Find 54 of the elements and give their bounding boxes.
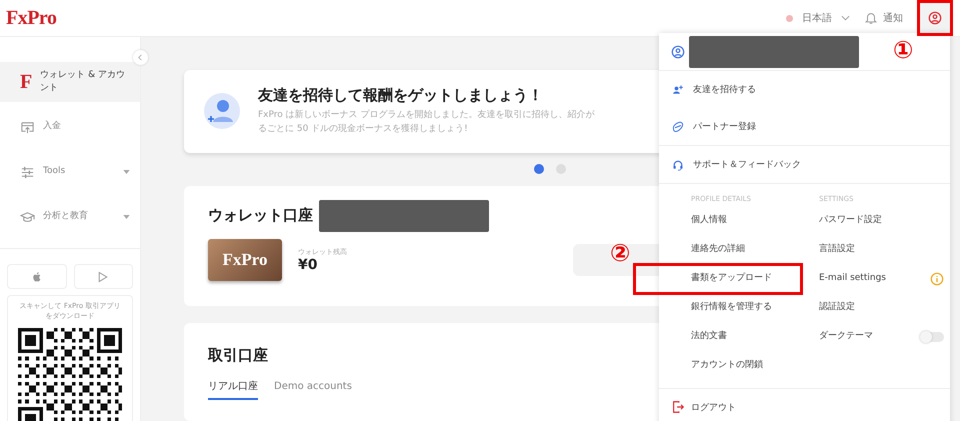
- menu-item[interactable]: アカウントの閉鎖: [691, 358, 763, 373]
- menu-item[interactable]: 友達を招待する: [659, 71, 950, 108]
- menu-item[interactable]: E-mail settings: [819, 271, 886, 286]
- graduation-cap-icon: [20, 210, 35, 224]
- sidebar-item[interactable]: 分析と教育: [0, 197, 140, 237]
- dark-theme-toggle[interactable]: [920, 332, 944, 342]
- user-icon: [928, 11, 942, 25]
- sliders-icon: [20, 164, 35, 180]
- step-number: ①: [893, 38, 914, 62]
- f-logo-icon: F: [20, 70, 32, 94]
- app-store-button[interactable]: [7, 264, 66, 289]
- account-tab[interactable]: リアル口座: [208, 379, 258, 400]
- menu-item[interactable]: 書類をアップロード: [691, 271, 772, 286]
- menu-item[interactable]: パスワード設定: [819, 213, 882, 228]
- menu-item[interactable]: 個人情報: [691, 213, 727, 228]
- fxpro-logo: FxPro: [208, 238, 282, 281]
- collapse-button[interactable]: [133, 50, 148, 65]
- logout-item[interactable]: ログアウト: [659, 389, 950, 421]
- notifications-button[interactable]: 通知: [864, 11, 903, 25]
- menu-item[interactable]: 認証設定: [819, 300, 855, 315]
- info-icon: [930, 272, 944, 286]
- google-play-button[interactable]: [74, 264, 133, 289]
- wallet-title: ウォレット口座: [208, 206, 313, 226]
- step-number: ②: [610, 241, 630, 265]
- account-tab[interactable]: Demo accounts: [274, 379, 352, 400]
- menu-item[interactable]: 連絡先の詳細: [691, 242, 745, 257]
- logout-icon: [671, 400, 685, 414]
- play-icon: [97, 270, 110, 282]
- trading-title: 取引口座: [208, 346, 268, 364]
- highlight-frame: [917, 0, 953, 36]
- menu-item[interactable]: サポート＆フィードバック: [659, 146, 950, 184]
- fxpro-logo[interactable]: FxPro: [6, 6, 56, 30]
- banner-text: るごとに 50 ドルの現金ボーナスを獲得しましょう!: [258, 122, 469, 136]
- banner-title: 友達を招待して報酬をゲットしましょう！: [258, 86, 544, 106]
- bell-icon: [864, 11, 878, 25]
- add-user-icon: [672, 84, 684, 96]
- menu-item[interactable]: パートナー登録: [659, 108, 950, 146]
- balance-value: ¥0: [298, 256, 318, 273]
- sidebar-item[interactable]: 入金: [0, 107, 140, 147]
- chevron-left-icon: [137, 54, 144, 61]
- chevron-down-icon: [841, 15, 850, 21]
- menu-item[interactable]: 銀行情報を管理する: [691, 300, 772, 315]
- menu-item[interactable]: 言語設定: [819, 242, 855, 257]
- carousel-dot[interactable]: [534, 164, 544, 174]
- menu-item[interactable]: ダークテーマ: [819, 329, 873, 344]
- banner-text: FxPro は新しいボーナス プログラムを開始しました。友達を取引に招待し、紹介が: [258, 109, 595, 122]
- user-icon: [671, 44, 685, 58]
- deposit-icon: [20, 120, 35, 134]
- invite-friend-icon: [204, 93, 240, 130]
- sidebar-item[interactable]: Tools: [0, 152, 140, 192]
- headset-icon: [672, 158, 684, 170]
- language-selector[interactable]: 日本語: [786, 11, 850, 25]
- apple-icon: [30, 270, 43, 282]
- menu-item[interactable]: 法的文書: [691, 329, 727, 344]
